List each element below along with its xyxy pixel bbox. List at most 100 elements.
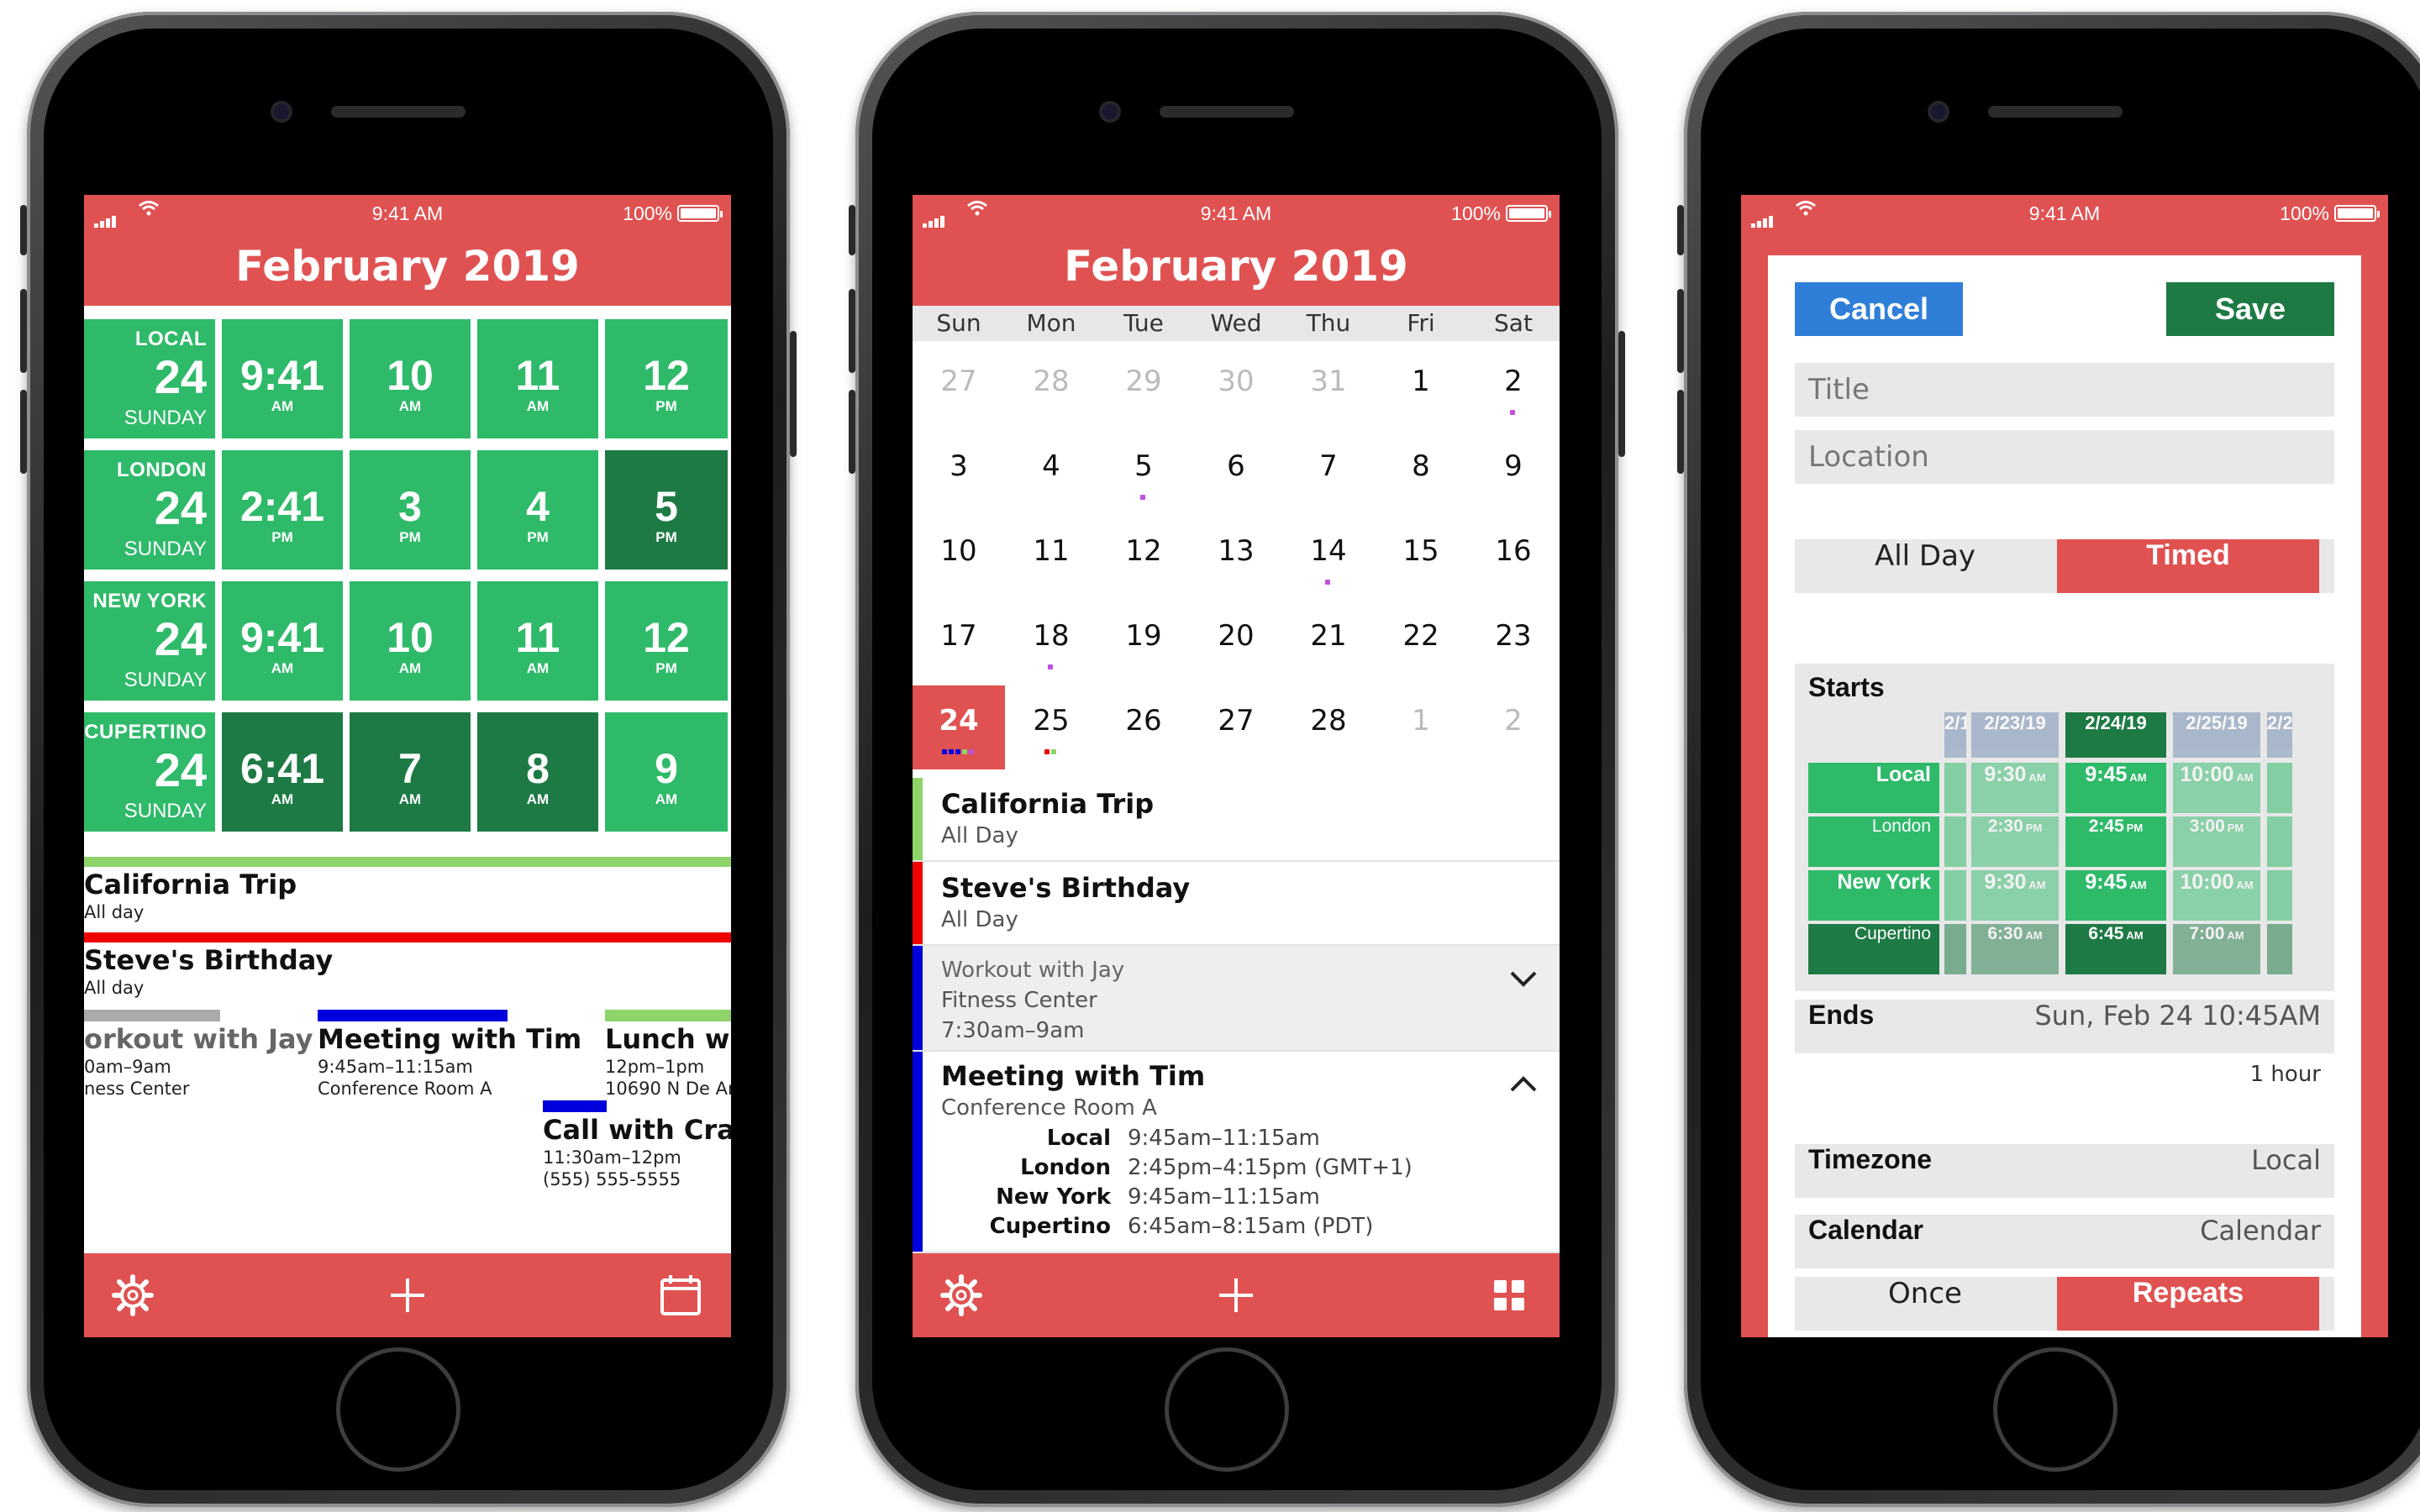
time-cell-edge[interactable]: [2267, 924, 2292, 974]
time-cell-selected[interactable]: 6:45 AM: [2065, 924, 2166, 974]
event-item[interactable]: Steve's Birthday All Day: [913, 862, 1560, 946]
time-cell-edge[interactable]: [1944, 816, 1966, 867]
day-cell[interactable]: 30: [1190, 346, 1282, 430]
day-cell[interactable]: 1: [1375, 346, 1467, 430]
day-cell[interactable]: 9: [1467, 431, 1560, 515]
grid-icon[interactable]: [1486, 1272, 1533, 1319]
day-cell[interactable]: 10: [913, 516, 1005, 600]
zone-cell[interactable]: CUPERTINO 24 SUNDAY: [84, 712, 215, 832]
time-cell[interactable]: 9:30 AM: [1971, 763, 2059, 813]
hour-cell[interactable]: 5 PM: [605, 450, 728, 570]
hour-cell[interactable]: 4 PM: [477, 450, 598, 570]
day-cell[interactable]: 5: [1097, 431, 1190, 515]
date-column-header[interactable]: 2/24/19: [2065, 712, 2166, 758]
day-cell[interactable]: 2: [1467, 346, 1560, 430]
day-cell[interactable]: 14: [1282, 516, 1375, 600]
time-cell[interactable]: 10:00 AM: [2173, 763, 2260, 813]
day-cell[interactable]: 13: [1190, 516, 1282, 600]
date-column-header[interactable]: 2/23/19: [1971, 712, 2059, 758]
day-cell[interactable]: 12: [1097, 516, 1190, 600]
add-icon[interactable]: [1213, 1272, 1260, 1319]
hour-cell[interactable]: 12 PM: [605, 581, 728, 701]
date-column-header[interactable]: 2/25/19: [2173, 712, 2260, 758]
hour-cell[interactable]: 11 AM: [477, 319, 598, 438]
time-cell[interactable]: 9:30 AM: [1971, 870, 2059, 921]
day-cell-today[interactable]: 24: [913, 685, 1005, 769]
timed-event-title[interactable]: Meeting with Tim: [318, 1023, 581, 1055]
timezone-row[interactable]: Timezone Local: [1795, 1144, 2334, 1198]
event-item[interactable]: California Trip All Day: [913, 778, 1560, 862]
day-cell[interactable]: 6: [1190, 431, 1282, 515]
time-cell-selected[interactable]: 2:45 PM: [2065, 816, 2166, 867]
time-cell-selected[interactable]: 9:45 AM: [2065, 870, 2166, 921]
hour-cell[interactable]: 9:41 AM: [222, 319, 343, 438]
gear-icon[interactable]: [938, 1272, 985, 1319]
day-cell[interactable]: 17: [913, 601, 1005, 685]
day-cell[interactable]: 1: [1375, 685, 1467, 769]
day-cell[interactable]: 28: [1282, 685, 1375, 769]
event-item[interactable]: Workout with Jay Fitness Center 7:30am–9am: [913, 946, 1560, 1052]
hour-cell[interactable]: 11 AM: [477, 581, 598, 701]
calendar-row[interactable]: Calendar Calendar: [1795, 1215, 2334, 1268]
time-cell[interactable]: 3:00 PM: [2173, 816, 2260, 867]
zone-cell[interactable]: LONDON 24 SUNDAY: [84, 450, 215, 570]
day-cell[interactable]: 27: [1190, 685, 1282, 769]
hour-cell[interactable]: 8 AM: [477, 712, 598, 832]
zone-cell[interactable]: LOCAL 24 SUNDAY: [84, 319, 215, 438]
time-cell-edge[interactable]: [1944, 763, 1966, 813]
time-cell[interactable]: 7:00 AM: [2173, 924, 2260, 974]
day-cell[interactable]: 2: [1467, 685, 1560, 769]
zone-cell[interactable]: NEW YORK 24 SUNDAY: [84, 581, 215, 701]
hour-cell[interactable]: 7 AM: [350, 712, 471, 832]
chevron-up-icon[interactable]: [1509, 1067, 1538, 1100]
allday-event-title[interactable]: California Trip: [84, 869, 297, 900]
day-cell[interactable]: 22: [1375, 601, 1467, 685]
ends-row[interactable]: Ends Sun, Feb 24 10:45AM: [1795, 1000, 2334, 1053]
timed-event-title[interactable]: orkout with Jay: [84, 1023, 313, 1055]
save-button[interactable]: Save: [2166, 282, 2334, 336]
hour-cell[interactable]: 10 AM: [350, 581, 471, 701]
title-field[interactable]: Title: [1795, 363, 2334, 417]
day-cell[interactable]: 21: [1282, 601, 1375, 685]
day-cell[interactable]: 19: [1097, 601, 1190, 685]
allday-option[interactable]: All Day: [1795, 539, 2055, 593]
hour-cell[interactable]: 6:41 AM: [222, 712, 343, 832]
day-cell[interactable]: 23: [1467, 601, 1560, 685]
hour-cell[interactable]: 3 PM: [350, 450, 471, 570]
time-cell-edge[interactable]: [1944, 870, 1966, 921]
hour-cell[interactable]: 10 AM: [350, 319, 471, 438]
day-cell[interactable]: 26: [1097, 685, 1190, 769]
time-cell-edge[interactable]: [2267, 870, 2292, 921]
hour-cell[interactable]: 2:41 PM: [222, 450, 343, 570]
day-cell[interactable]: 4: [1005, 431, 1097, 515]
date-column-header[interactable]: 2/2: [2267, 712, 2292, 758]
hour-cell[interactable]: 9:41 AM: [222, 581, 343, 701]
repeats-option[interactable]: Repeats: [2057, 1277, 2319, 1331]
gear-icon[interactable]: [109, 1272, 156, 1319]
day-cell[interactable]: 20: [1190, 601, 1282, 685]
time-cell-edge[interactable]: [2267, 763, 2292, 813]
timed-event-title[interactable]: Lunch wi: [605, 1023, 731, 1055]
day-cell[interactable]: 29: [1097, 346, 1190, 430]
timed-event-title[interactable]: Call with Crai: [543, 1114, 731, 1146]
day-cell[interactable]: 7: [1282, 431, 1375, 515]
home-button[interactable]: [1165, 1347, 1289, 1472]
time-cell[interactable]: 6:30 AM: [1971, 924, 2059, 974]
location-field[interactable]: Location: [1795, 430, 2334, 484]
hour-cell[interactable]: 12 PM: [605, 319, 728, 438]
day-cell[interactable]: 11: [1005, 516, 1097, 600]
hour-cell[interactable]: 9 AM: [605, 712, 728, 832]
time-cell-edge[interactable]: [1944, 924, 1966, 974]
once-option[interactable]: Once: [1795, 1277, 2055, 1331]
day-cell[interactable]: 3: [913, 431, 1005, 515]
day-cell[interactable]: 8: [1375, 431, 1467, 515]
chevron-down-icon[interactable]: [1509, 961, 1538, 995]
time-cell-selected[interactable]: 9:45 AM: [2065, 763, 2166, 813]
timed-option[interactable]: Timed: [2057, 539, 2319, 593]
calendar-icon[interactable]: [657, 1272, 704, 1319]
day-cell[interactable]: 27: [913, 346, 1005, 430]
home-button[interactable]: [336, 1347, 460, 1472]
allday-event-title[interactable]: Steve's Birthday: [84, 944, 333, 976]
time-cell[interactable]: 2:30 PM: [1971, 816, 2059, 867]
date-column-header[interactable]: 2/19: [1944, 712, 1966, 758]
